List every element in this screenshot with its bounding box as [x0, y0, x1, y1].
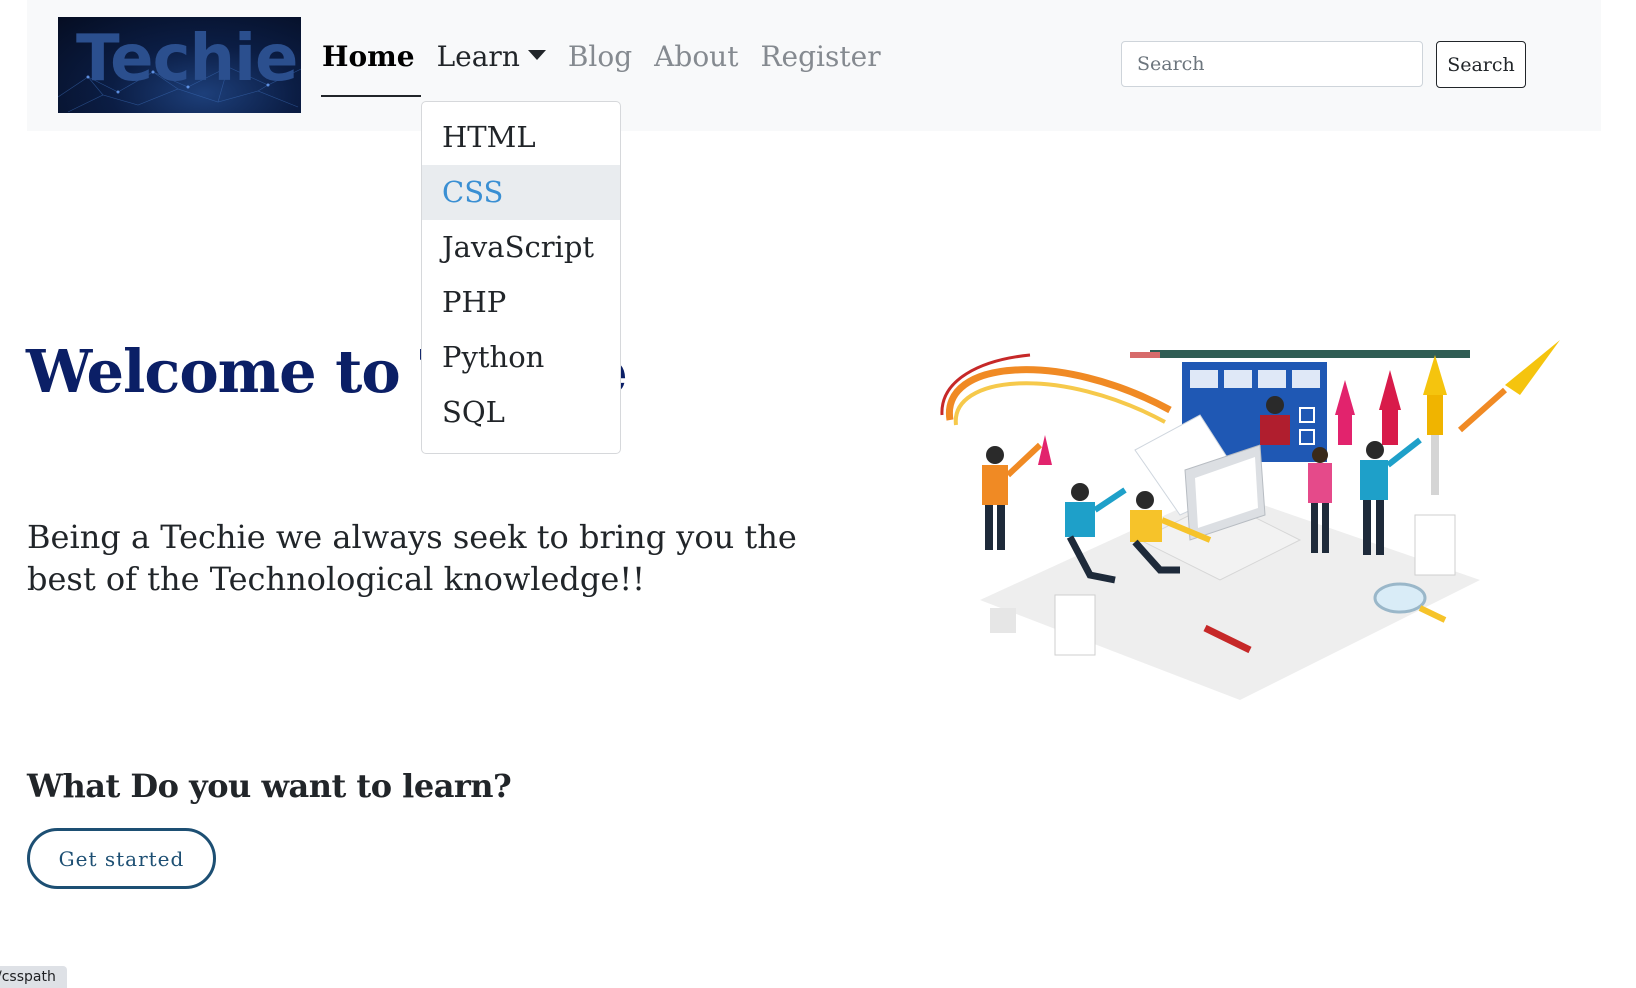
dropdown-item-html[interactable]: HTML	[422, 110, 620, 165]
nav-blog[interactable]: Blog	[568, 40, 632, 73]
dropdown-item-sql[interactable]: SQL	[422, 385, 620, 440]
nav-learn-label: Learn	[436, 40, 520, 73]
status-bar-url: /csspath	[0, 966, 67, 988]
home-active-underline	[321, 95, 421, 97]
caret-down-icon	[527, 49, 546, 60]
logo[interactable]: Techie	[58, 17, 301, 113]
nav-home[interactable]: Home	[322, 40, 415, 73]
nav-learn[interactable]: Learn	[437, 40, 546, 73]
nav-about[interactable]: About	[654, 40, 738, 73]
hero-text: Being a Techie we always seek to bring y…	[27, 518, 797, 598]
search-input[interactable]	[1121, 41, 1423, 87]
logo-text: Techie	[76, 22, 298, 96]
get-started-button[interactable]: Get started	[27, 828, 216, 889]
team-rocket-illustration	[940, 340, 1560, 700]
search-button[interactable]: Search	[1436, 41, 1526, 88]
dropdown-item-css[interactable]: CSS	[422, 165, 620, 220]
nav-register[interactable]: Register	[760, 40, 880, 73]
learn-heading: What Do you want to learn?	[27, 767, 512, 805]
nav-links: Home Learn Blog About Register	[322, 40, 903, 73]
dropdown-item-php[interactable]: PHP	[422, 275, 620, 330]
learn-dropdown-menu: HTML CSS JavaScript PHP Python SQL	[421, 101, 621, 454]
dropdown-item-python[interactable]: Python	[422, 330, 620, 385]
dropdown-item-javascript[interactable]: JavaScript	[422, 220, 620, 275]
